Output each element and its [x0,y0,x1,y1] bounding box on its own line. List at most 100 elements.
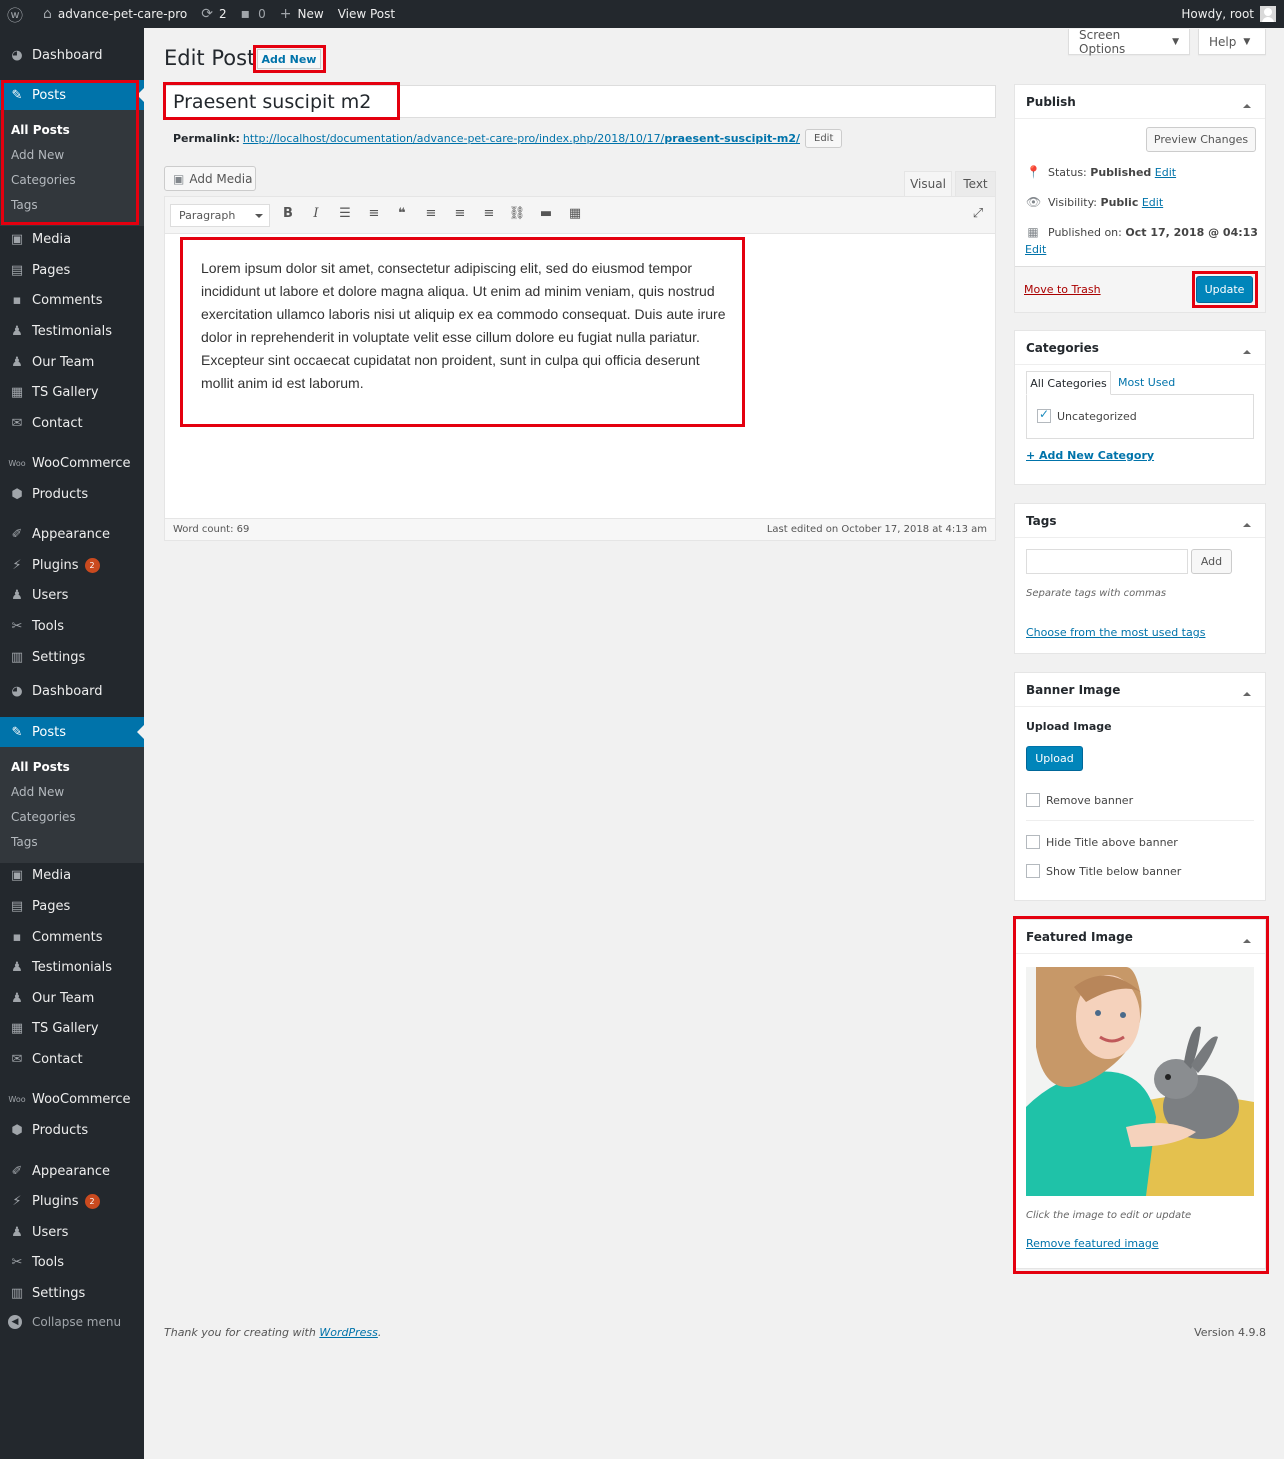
sidebar-item-woocommerce[interactable]: Woo WooCommerce [0,448,144,478]
dashboard-icon: ◕ [11,683,23,699]
edit-permalink-button[interactable]: Edit [805,129,843,148]
sidebar-item-appearance-2[interactable]: ✐ Appearance [0,1156,144,1186]
sidebar-item-pages-2[interactable]: ▤ Pages [0,891,144,921]
sidebar-item-tools[interactable]: ✂ Tools [0,611,144,641]
users-icon: ♟ [11,990,23,1006]
tags-box-header[interactable]: Tags [1015,504,1265,538]
checkbox[interactable] [1026,864,1040,878]
help-button[interactable]: Help ▼ [1198,29,1266,55]
align-right-icon[interactable]: ≡ [480,206,498,221]
submenu-all-posts-2[interactable]: All Posts [11,760,70,774]
bulleted-list-icon[interactable]: ☰ [336,206,354,221]
tag-input[interactable] [1026,549,1188,574]
tab-text[interactable]: Text [955,171,996,197]
gallery-icon: ▦ [10,384,24,400]
tab-visual[interactable]: Visual [904,171,952,197]
checkbox[interactable] [1026,793,1040,807]
tab-all-categories[interactable]: All Categories [1026,371,1111,395]
toolbar-toggle-icon[interactable]: ▦ [566,206,584,221]
sidebar-item-plugins-2[interactable]: ⚡ Plugins 2 [0,1186,144,1216]
tab-most-used[interactable]: Most Used [1118,376,1175,389]
sidebar-item-users[interactable]: ♟ Users [0,580,144,610]
sidebar-item-products[interactable]: ⬢ Products [0,479,144,509]
updates-link[interactable]: ⟳ 2 [194,0,233,28]
upload-banner-button[interactable]: Upload [1026,746,1083,771]
checkbox-checked[interactable] [1037,407,1051,423]
link-icon[interactable]: ⛓ [508,206,526,221]
submenu-categories-2[interactable]: Categories [11,810,76,824]
sidebar-item-settings-2[interactable]: ▥ Settings [0,1278,144,1308]
sidebar-item-ts-gallery-2[interactable]: ▦ TS Gallery [0,1013,144,1043]
sidebar-item-posts-2[interactable]: ✎ Posts [0,717,144,747]
preview-changes-button[interactable]: Preview Changes [1146,127,1256,152]
sidebar-item-testimonials[interactable]: ♟ Testimonials [0,316,144,346]
banner-box-header[interactable]: Banner Image [1015,673,1265,707]
collapse-menu-button[interactable]: ◀ Collapse menu [8,1315,144,1329]
submenu-tags-2[interactable]: Tags [11,835,38,849]
sidebar-item-our-team[interactable]: ♟ Our Team [0,347,144,377]
add-tag-button[interactable]: Add [1191,549,1232,574]
show-title-option[interactable]: Show Title below banner [1026,864,1181,878]
sidebar-item-products-2[interactable]: ⬢ Products [0,1115,144,1145]
user-icon: ♟ [11,1224,23,1240]
remove-banner-option[interactable]: Remove banner [1026,793,1133,807]
sidebar-item-media[interactable]: ▣ Media [0,224,144,254]
wp-logo-button[interactable]: ⓦ [0,0,36,28]
add-new-category-link[interactable]: + Add New Category [1026,449,1154,462]
media-icon: ▣ [10,231,24,247]
pin-icon: 📍 [1026,165,1041,179]
move-to-trash-link[interactable]: Move to Trash [1024,283,1101,296]
wordpress-link[interactable]: WordPress [319,1326,378,1339]
choose-tags-link[interactable]: Choose from the most used tags [1026,626,1205,639]
bold-icon[interactable]: B [279,206,297,221]
align-center-icon[interactable]: ≡ [451,206,469,221]
sidebar-item-pages[interactable]: ▤ Pages [0,255,144,285]
plugin-icon: ⚡ [12,1193,22,1209]
sidebar-item-testimonials-2[interactable]: ♟ Testimonials [0,952,144,982]
sidebar-item-contact-2[interactable]: ✉ Contact [0,1044,144,1074]
sidebar-item-comments[interactable]: ▪ Comments [0,285,144,315]
view-post-link[interactable]: View Post [331,0,402,28]
screen-options-button[interactable]: Screen Options ▼ [1068,28,1190,56]
sidebar-item-ts-gallery[interactable]: ▦ TS Gallery [0,377,144,407]
blockquote-icon[interactable]: ❝ [393,206,411,221]
publish-box-header[interactable]: Publish [1015,85,1265,119]
fullscreen-icon[interactable]: ⤢ [969,206,987,221]
comments-link[interactable]: ▪ 0 [234,0,273,28]
edit-status-link[interactable]: Edit [1155,166,1176,179]
format-select[interactable]: Paragraph [170,204,270,227]
italic-icon[interactable]: I [307,206,325,221]
align-left-icon[interactable]: ≡ [422,206,440,221]
sidebar-item-our-team-2[interactable]: ♟ Our Team [0,983,144,1013]
sidebar-item-comments-2[interactable]: ▪ Comments [0,922,144,952]
numbered-list-icon[interactable]: ≡ [365,206,383,221]
add-media-icon: ▣ [173,171,185,186]
sidebar-item-plugins[interactable]: ⚡ Plugins 2 [0,550,144,580]
sidebar-item-appearance[interactable]: ✐ Appearance [0,519,144,549]
hide-title-option[interactable]: Hide Title above banner [1026,835,1178,849]
edit-visibility-link[interactable]: Edit [1142,196,1163,209]
edit-date-link[interactable]: Edit [1025,243,1046,256]
posts-submenu-2: All Posts Add New Categories Tags [0,747,144,863]
sidebar-item-contact[interactable]: ✉ Contact [0,408,144,438]
category-item-uncategorized[interactable]: Uncategorized [1037,407,1137,423]
checkbox[interactable] [1026,835,1040,849]
admin-sidebar: ◕ Dashboard ✎ Posts All Posts Add New Cate… [0,28,144,1459]
users-icon: ♟ [11,354,23,370]
sidebar-item-dashboard-2[interactable]: ◕ Dashboard [0,676,144,706]
sidebar-item-media-2[interactable]: ▣ Media [0,860,144,890]
sidebar-item-dashboard[interactable]: ◕ Dashboard [0,40,144,70]
sidebar-item-users-2[interactable]: ♟ Users [0,1217,144,1247]
sidebar-item-tools-2[interactable]: ✂ Tools [0,1247,144,1277]
categories-box-header[interactable]: Categories [1015,331,1265,365]
wrench-icon: ✂ [11,618,23,634]
sidebar-item-settings[interactable]: ▥ Settings [0,642,144,672]
permalink-link[interactable]: http://localhost/documentation/advance-p… [243,132,800,145]
my-account-link[interactable]: Howdy, root [1181,0,1276,28]
sidebar-item-woocommerce-2[interactable]: Woo WooCommerce [0,1084,144,1114]
read-more-icon[interactable]: ▬ [537,206,555,221]
new-content-link[interactable]: + New [273,0,331,28]
site-name-link[interactable]: ⌂ advance-pet-care-pro [36,0,194,28]
submenu-add-new-2[interactable]: Add New [11,785,64,799]
add-media-button[interactable]: ▣ Add Media [164,166,256,191]
